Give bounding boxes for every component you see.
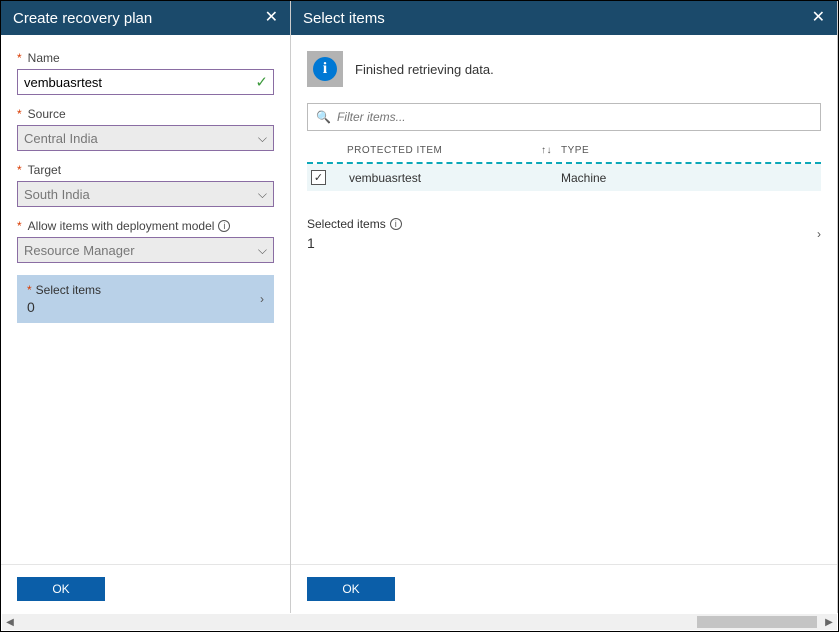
filter-input[interactable] bbox=[337, 110, 812, 124]
left-pane-header: Create recovery plan ✕ bbox=[1, 1, 290, 35]
required-marker: * bbox=[27, 283, 32, 297]
right-pane-footer: OK bbox=[291, 564, 837, 613]
checkmark-icon: ✓ bbox=[255, 73, 268, 91]
ok-button[interactable]: OK bbox=[307, 577, 395, 601]
info-icon[interactable]: i bbox=[390, 218, 402, 230]
target-select[interactable]: South India ⌵ bbox=[17, 181, 274, 207]
col-header-protected[interactable]: PROTECTED ITEM bbox=[341, 145, 541, 156]
banner-text: Finished retrieving data. bbox=[355, 62, 494, 77]
ok-button[interactable]: OK bbox=[17, 577, 105, 601]
items-table: PROTECTED ITEM ↑↓ TYPE ✓ vembuasrtest Ma… bbox=[307, 139, 821, 191]
select-items-pane: Select items ✕ i Finished retrieving dat… bbox=[291, 1, 838, 613]
source-select[interactable]: Central India ⌵ bbox=[17, 125, 274, 151]
row-checkbox[interactable]: ✓ bbox=[311, 170, 326, 185]
info-icon-box: i bbox=[307, 51, 343, 87]
required-marker: * bbox=[17, 163, 22, 177]
source-field: * Source Central India ⌵ bbox=[17, 107, 274, 151]
select-items-button[interactable]: * Select items 0 › bbox=[17, 275, 274, 323]
right-pane-header: Select items ✕ bbox=[291, 1, 837, 35]
row-item-name: vembuasrtest bbox=[341, 171, 541, 185]
left-pane-footer: OK bbox=[1, 564, 290, 613]
row-item-type: Machine bbox=[561, 171, 817, 185]
chevron-down-icon: ⌵ bbox=[258, 187, 267, 202]
col-header-type[interactable]: TYPE bbox=[561, 145, 817, 156]
info-icon[interactable]: i bbox=[218, 220, 230, 232]
left-pane-body: * Name ✓ * Source Central India ⌵ bbox=[1, 35, 290, 564]
select-items-count: 0 bbox=[27, 299, 101, 315]
required-marker: * bbox=[17, 107, 22, 121]
deployment-label: * Allow items with deployment model i bbox=[17, 219, 274, 233]
chevron-right-icon: › bbox=[817, 227, 821, 241]
target-field: * Target South India ⌵ bbox=[17, 163, 274, 207]
table-row[interactable]: ✓ vembuasrtest Machine bbox=[307, 164, 821, 191]
name-label: * Name bbox=[17, 51, 274, 65]
deployment-select[interactable]: Resource Manager ⌵ bbox=[17, 237, 274, 263]
horizontal-scrollbar[interactable]: ◀ ▶ bbox=[2, 614, 837, 630]
left-pane-title: Create recovery plan bbox=[13, 10, 152, 27]
deployment-field: * Allow items with deployment model i Re… bbox=[17, 219, 274, 263]
chevron-down-icon: ⌵ bbox=[258, 243, 267, 258]
target-label: * Target bbox=[17, 163, 274, 177]
right-pane-body: i Finished retrieving data. 🔍 PROTECTED … bbox=[291, 35, 837, 564]
info-icon: i bbox=[313, 57, 337, 81]
scroll-right-arrow[interactable]: ▶ bbox=[821, 614, 837, 630]
required-marker: * bbox=[17, 219, 22, 233]
create-recovery-plan-pane: Create recovery plan ✕ * Name ✓ * Source bbox=[1, 1, 291, 613]
scroll-left-arrow[interactable]: ◀ bbox=[2, 614, 18, 630]
chevron-right-icon: › bbox=[260, 292, 264, 306]
right-pane-title: Select items bbox=[303, 10, 385, 27]
table-header: PROTECTED ITEM ↑↓ TYPE bbox=[307, 139, 821, 164]
search-icon: 🔍 bbox=[316, 110, 331, 124]
close-icon[interactable]: ✕ bbox=[265, 10, 278, 26]
source-label: * Source bbox=[17, 107, 274, 121]
scroll-thumb[interactable] bbox=[697, 616, 817, 628]
selected-items-summary[interactable]: Selected items i 1 › bbox=[307, 217, 821, 251]
chevron-down-icon: ⌵ bbox=[258, 131, 267, 146]
filter-field[interactable]: 🔍 bbox=[307, 103, 821, 131]
name-field: * Name ✓ bbox=[17, 51, 274, 95]
sort-icon[interactable]: ↑↓ bbox=[541, 145, 561, 156]
selected-count: 1 bbox=[307, 235, 402, 251]
required-marker: * bbox=[17, 51, 22, 65]
close-icon[interactable]: ✕ bbox=[812, 10, 825, 26]
info-banner: i Finished retrieving data. bbox=[307, 51, 821, 87]
name-input[interactable] bbox=[17, 69, 274, 95]
